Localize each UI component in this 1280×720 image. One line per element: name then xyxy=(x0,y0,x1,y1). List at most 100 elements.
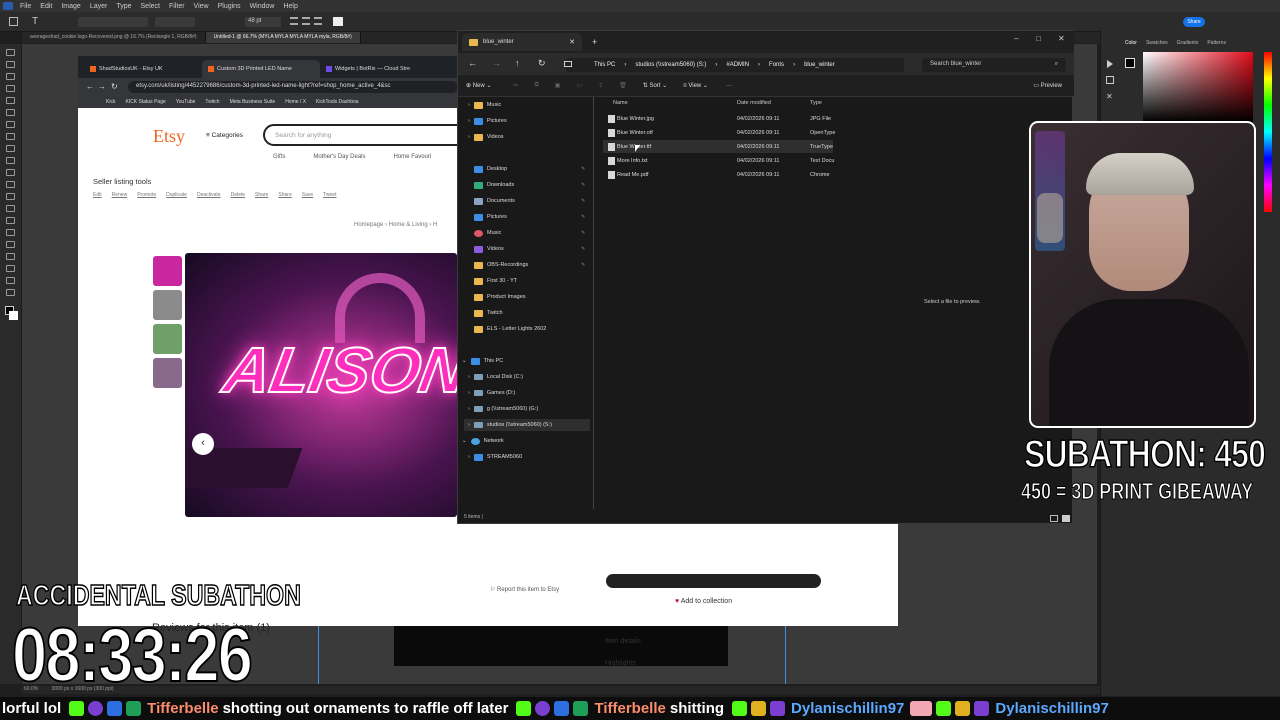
play-icon[interactable] xyxy=(1107,60,1113,68)
copy-icon[interactable]: ⧉ xyxy=(534,82,538,89)
font-style-select[interactable] xyxy=(155,17,195,27)
maximize-icon[interactable]: □ xyxy=(1036,34,1041,43)
add-to-collection-button[interactable]: ♥ Add to collection xyxy=(675,598,732,605)
view-button[interactable]: ≡ View ⌄ xyxy=(683,82,708,89)
blur-tool-icon[interactable] xyxy=(6,205,15,212)
sidebar-item-first30[interactable]: First 30 - YT xyxy=(474,275,517,287)
tool-duplicate[interactable]: Duplicate xyxy=(166,192,187,198)
back-icon[interactable]: ← xyxy=(86,82,94,91)
sidebar-item-videos-top[interactable]: › Videos xyxy=(468,131,504,143)
breadcrumb[interactable]: Homepage › Home & Living › H xyxy=(354,222,437,228)
browser-tab[interactable]: Widgets | BotRix — Cloud Stre xyxy=(320,60,438,78)
tab-swatches[interactable]: Swatches xyxy=(1146,40,1168,46)
tool-deactivate[interactable]: Deactivate xyxy=(197,192,221,198)
categories-button[interactable]: ≡ Categories xyxy=(206,132,243,139)
up-icon[interactable]: ↑ xyxy=(515,58,520,68)
file-row[interactable]: More Info.txt 04/02/2026 09:11 Text Docu xyxy=(603,154,834,167)
menu-layer[interactable]: Layer xyxy=(90,3,108,10)
hand-tool-icon[interactable] xyxy=(6,277,15,284)
type-tool-icon[interactable]: T xyxy=(32,16,38,27)
share-icon[interactable]: ⇪ xyxy=(598,82,603,89)
rename-icon[interactable]: ▭ xyxy=(576,82,582,89)
bookmark-kicktools[interactable]: KickTools Dashboa xyxy=(316,99,359,105)
forward-icon[interactable]: → xyxy=(98,82,106,91)
tab-color[interactable]: Color xyxy=(1125,40,1137,46)
menu-window[interactable]: Window xyxy=(250,3,275,10)
shape-tool-icon[interactable] xyxy=(6,265,15,272)
column-type[interactable]: Type xyxy=(810,100,822,106)
sidebar-item-network[interactable]: ⌄ Network xyxy=(462,435,504,447)
crop-tool-icon[interactable] xyxy=(6,97,15,104)
bookmark-x[interactable]: Home / X xyxy=(285,99,306,105)
file-row[interactable]: Blue Winter.jpg 04/02/2026 09:11 JPG File xyxy=(603,112,833,125)
zoom-tool-icon[interactable] xyxy=(6,289,15,296)
frame-tool-icon[interactable] xyxy=(6,109,15,116)
bookmark-meta[interactable]: Meta Business Suite xyxy=(230,99,276,105)
healing-tool-icon[interactable] xyxy=(6,133,15,140)
lasso-tool-icon[interactable] xyxy=(6,73,15,80)
menu-image[interactable]: Image xyxy=(61,3,80,10)
text-color-swatch[interactable] xyxy=(333,17,343,26)
crumb-blue-winter[interactable]: blue_winter xyxy=(804,62,835,68)
product-image[interactable]: ALISON xyxy=(185,253,457,517)
report-link[interactable]: ⚐ Report this item to Etsy xyxy=(490,586,559,593)
move-tool-icon[interactable] xyxy=(6,49,15,56)
browser-tab[interactable]: ShadStudiosUK - Etsy UK xyxy=(84,60,202,78)
sidebar-item-els[interactable]: ELS - Letter Lights 2602 xyxy=(474,323,546,335)
sidebar-item-pictures[interactable]: Pictures xyxy=(474,211,507,223)
doc-tab-2[interactable]: Untitled-1 @ 66.7% (MYLA MYLA MYLA MYLA … xyxy=(205,32,361,43)
more-button[interactable]: ··· xyxy=(726,83,732,89)
nav-gifts[interactable]: Gifts xyxy=(273,154,285,160)
details-view-icon[interactable] xyxy=(1050,515,1058,522)
explorer-search-input[interactable]: Search blue_winter ⌕ xyxy=(922,58,1066,72)
column-name[interactable]: Name xyxy=(613,100,628,106)
sidebar-item-downloads[interactable]: Downloads xyxy=(474,179,514,191)
bookmark-kick-status[interactable]: KICK Status Page xyxy=(125,99,165,105)
menu-type[interactable]: Type xyxy=(116,3,131,10)
sidebar-item-music-top[interactable]: › Music xyxy=(468,99,501,111)
tool-delete[interactable]: Delete xyxy=(231,192,245,198)
sidebar-item-drive-c[interactable]: › Local Disk (C:) xyxy=(468,371,523,383)
reload-icon[interactable]: ↻ xyxy=(111,82,118,91)
new-button[interactable]: ⊕ New ⌄ xyxy=(466,82,491,89)
sidebar-item-pictures-top[interactable]: › Pictures xyxy=(468,115,507,127)
browser-tab-active[interactable]: Custom 3D Printed LED Name xyxy=(202,60,320,78)
bookmark-youtube[interactable]: YouTube xyxy=(176,99,196,105)
tab-gradients[interactable]: Gradients xyxy=(1177,40,1199,46)
refresh-icon[interactable]: ↻ xyxy=(538,58,546,69)
crumb-admin[interactable]: #ADMIN xyxy=(726,62,749,68)
history-brush-icon[interactable] xyxy=(6,169,15,176)
paste-icon[interactable]: ▣ xyxy=(555,82,561,89)
add-to-basket-button[interactable] xyxy=(606,574,821,588)
path-select-icon[interactable] xyxy=(6,253,15,260)
doc-tab-1[interactable]: averageshad_cookie logo-Recovered.png @ … xyxy=(22,32,206,43)
crumb-fonts[interactable]: Fonts xyxy=(769,62,784,68)
gradient-tool-icon[interactable] xyxy=(6,193,15,200)
eyedropper-tool-icon[interactable] xyxy=(6,121,15,128)
sidebar-scrollbar[interactable] xyxy=(593,97,594,509)
fg-swatch[interactable] xyxy=(1125,58,1135,68)
align-right-icon[interactable] xyxy=(314,17,322,25)
tab-patterns[interactable]: Patterns xyxy=(1207,40,1226,46)
thumbnail-3[interactable] xyxy=(153,324,182,354)
pen-tool-icon[interactable] xyxy=(6,229,15,236)
minimize-icon[interactable]: – xyxy=(1014,34,1018,43)
font-size-select[interactable]: 48 pt xyxy=(245,17,281,27)
nav-home[interactable]: Home Favouri xyxy=(394,154,432,160)
menu-view[interactable]: View xyxy=(194,3,209,10)
brush-tool-icon[interactable] xyxy=(6,145,15,152)
thumbnail-4[interactable] xyxy=(153,358,182,388)
thumbnail-1[interactable] xyxy=(153,256,182,286)
tool-edit[interactable]: Edit xyxy=(93,192,102,198)
crumb-this-pc[interactable]: This PC xyxy=(594,62,615,68)
sidebar-item-drive-d[interactable]: › Games (D:) xyxy=(468,387,515,399)
home-icon[interactable] xyxy=(9,17,18,26)
new-tab-icon[interactable]: + xyxy=(592,37,597,47)
etsy-search-input[interactable]: Search for anything xyxy=(263,124,483,146)
tiles-view-icon[interactable] xyxy=(1062,515,1070,522)
sidebar-item-drive-s[interactable]: › studios (\\stream5060) (S:) xyxy=(464,419,590,431)
tool-promote[interactable]: Promote xyxy=(137,192,156,198)
background-color-swatch[interactable] xyxy=(9,311,18,320)
menu-plugins[interactable]: Plugins xyxy=(218,3,241,10)
forward-icon[interactable]: → xyxy=(492,58,501,68)
